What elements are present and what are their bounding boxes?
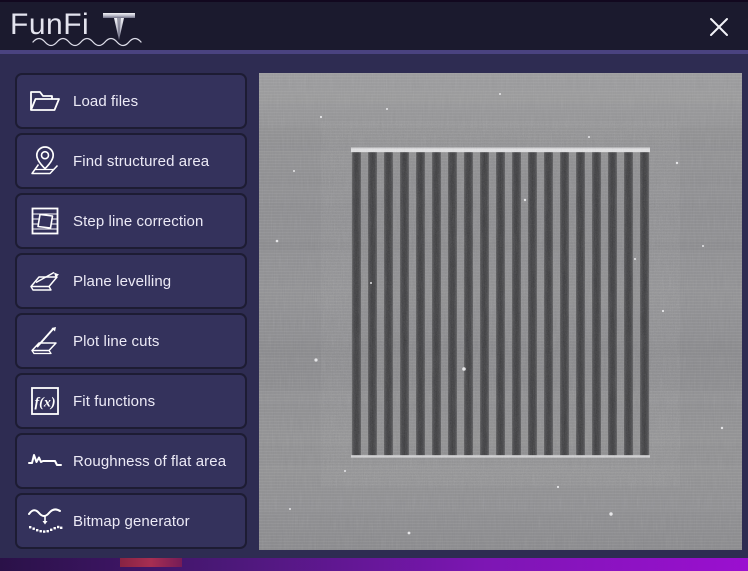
folder-open-icon — [17, 75, 73, 127]
sidebar-item-step-line-correction[interactable]: Step line correction — [15, 193, 247, 249]
fx-icon: f(x) — [17, 375, 73, 427]
sidebar-item-label: Roughness of flat area — [73, 452, 227, 470]
line-cut-icon — [17, 315, 73, 367]
sidebar-item-roughness-of-flat-area[interactable]: Roughness of flat area — [15, 433, 247, 489]
sidebar-item-label: Load files — [73, 92, 139, 110]
app-logo: FunFi — [10, 6, 220, 50]
sidebar-item-label: Find structured area — [73, 152, 210, 170]
logo-scanline-icon — [32, 37, 142, 47]
tilted-plane-icon — [17, 255, 73, 307]
sidebar-item-label: Bitmap generator — [73, 512, 190, 530]
map-pin-icon — [17, 135, 73, 187]
afm-scan-preview[interactable] — [259, 73, 742, 550]
svg-text:f(x): f(x) — [35, 396, 56, 411]
sidebar-item-plane-levelling[interactable]: Plane levelling — [15, 253, 247, 309]
sidebar-item-load-files[interactable]: Load files — [15, 73, 247, 129]
sidebar-item-plot-line-cuts[interactable]: Plot line cuts — [15, 313, 247, 369]
sidebar-item-label: Plane levelling — [73, 272, 172, 290]
step-line-icon — [17, 195, 73, 247]
sidebar: Load files Find structured area Step lin… — [15, 73, 247, 551]
afm-scan-canvas — [259, 73, 742, 550]
taskbar-accent-item[interactable] — [120, 558, 182, 567]
sidebar-item-find-structured-area[interactable]: Find structured area — [15, 133, 247, 189]
sidebar-item-label: Plot line cuts — [73, 332, 160, 350]
sidebar-item-fit-functions[interactable]: f(x) Fit functions — [15, 373, 247, 429]
bitmap-wave-icon — [17, 495, 73, 547]
roughness-profile-icon — [17, 435, 73, 487]
sidebar-item-label: Fit functions — [73, 392, 156, 410]
app-window: FunFi Load files Find structured area St… — [0, 0, 748, 564]
close-button[interactable] — [698, 9, 740, 45]
title-divider — [0, 50, 748, 54]
desktop-taskbar-strip — [0, 558, 748, 571]
title-bar: FunFi — [0, 0, 748, 50]
sidebar-item-bitmap-generator[interactable]: Bitmap generator — [15, 493, 247, 549]
sidebar-item-label: Step line correction — [73, 212, 204, 230]
close-icon — [710, 18, 728, 36]
